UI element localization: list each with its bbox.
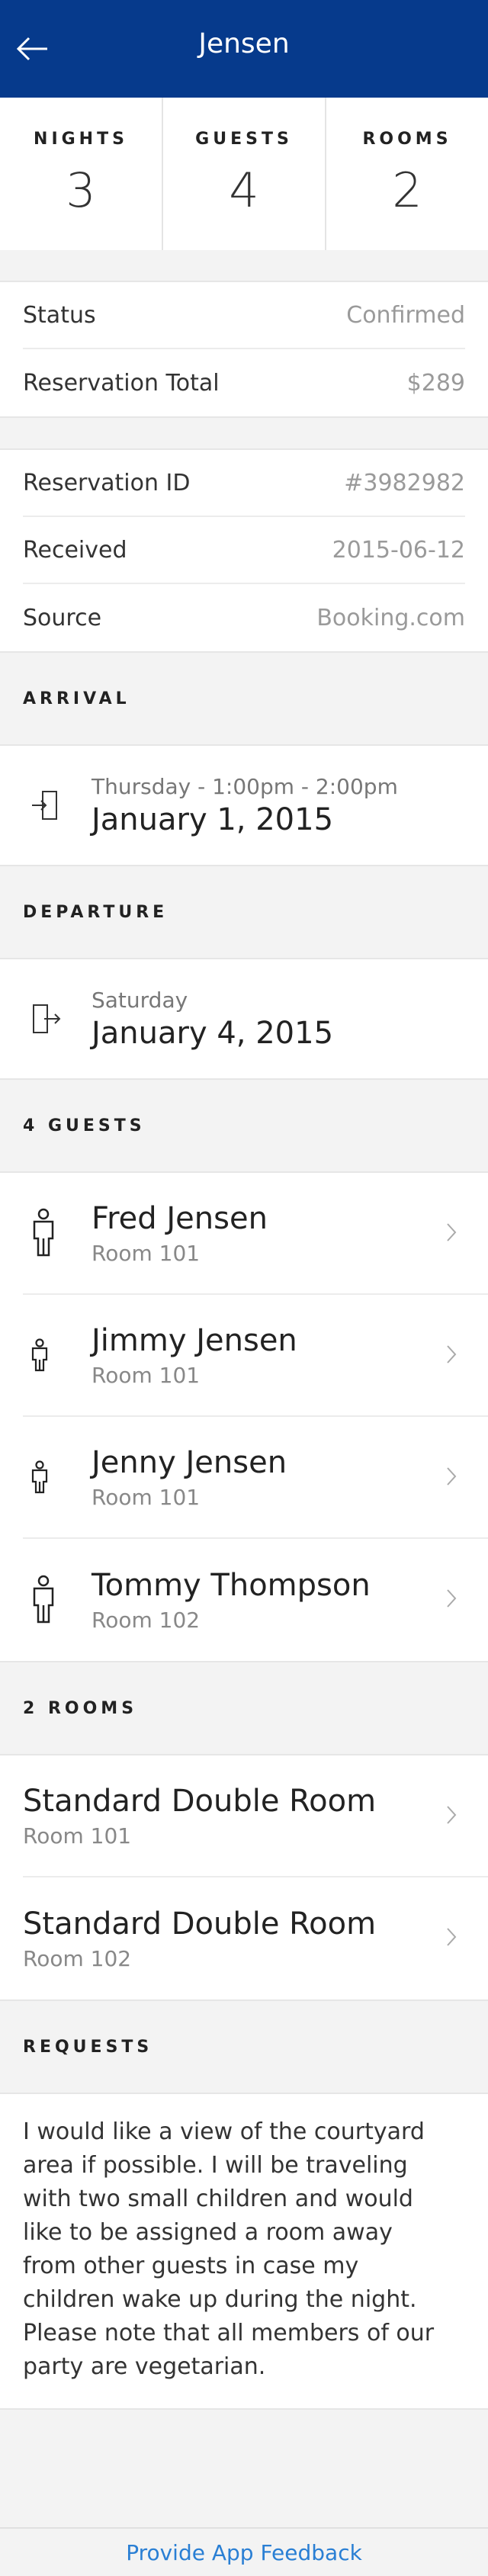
stat-nights: NIGHTS 3 bbox=[0, 98, 163, 250]
chevron-right-icon bbox=[447, 1806, 457, 1824]
guest-row[interactable]: Tommy Thompson Room 102 bbox=[23, 1539, 488, 1661]
guest-name: Fred Jensen bbox=[92, 1200, 268, 1236]
kv-value: 2015-06-12 bbox=[332, 536, 465, 564]
row-icon-wrap bbox=[23, 1575, 92, 1625]
kv-value: Booking.com bbox=[316, 604, 465, 631]
room-type: Standard Double Room bbox=[23, 1906, 377, 1942]
room-info: Standard Double Room Room 101 bbox=[23, 1784, 376, 1848]
arrival-date: January 1, 2015 bbox=[92, 801, 334, 837]
requests-card: I would like a view of the courtyard are… bbox=[0, 2093, 488, 2410]
door-exit-icon bbox=[33, 1004, 61, 1033]
stat-label: NIGHTS bbox=[34, 130, 128, 149]
arrival-time: Thursday - 1:00pm - 2:00pm bbox=[92, 773, 398, 799]
departure-day: Saturday bbox=[92, 987, 188, 1013]
room-number: Room 101 bbox=[23, 1823, 132, 1848]
kv-label: Received bbox=[23, 536, 127, 564]
footer: Provide App Feedback bbox=[0, 2527, 488, 2576]
requests-text: I would like a view of the courtyard are… bbox=[23, 2118, 435, 2380]
child-person-icon bbox=[31, 1460, 48, 1494]
room-row[interactable]: Standard Double Room Room 101 bbox=[23, 1755, 488, 1877]
rooms-list: Standard Double Room Room 101 Standard D… bbox=[0, 1754, 488, 2001]
total-value: $289 bbox=[406, 369, 465, 397]
guest-row[interactable]: Jimmy Jensen Room 101 bbox=[23, 1295, 488, 1417]
guest-info: Jimmy Jensen Room 101 bbox=[92, 1323, 297, 1388]
adult-person-icon bbox=[33, 1575, 54, 1624]
door-enter-icon bbox=[32, 791, 57, 820]
summary-card: Status Confirmed Reservation Total $289 bbox=[0, 281, 488, 418]
chevron-right-icon bbox=[447, 1928, 457, 1946]
guest-room: Room 101 bbox=[92, 1240, 201, 1266]
room-type: Standard Double Room bbox=[23, 1783, 377, 1819]
reservation-id-row: Reservation ID #3982982 bbox=[23, 450, 465, 517]
guests-section-title: 4 GUESTS bbox=[23, 1116, 146, 1135]
guest-info: Tommy Thompson Room 102 bbox=[92, 1568, 371, 1633]
chevron-right-icon bbox=[447, 1589, 457, 1608]
guest-room: Room 101 bbox=[92, 1362, 201, 1388]
received-row: Received 2015-06-12 bbox=[23, 517, 465, 584]
guest-name: Jimmy Jensen bbox=[92, 1322, 297, 1358]
feedback-link[interactable]: Provide App Feedback bbox=[126, 2540, 362, 2565]
stat-value: 3 bbox=[66, 162, 96, 218]
kv-label: Source bbox=[23, 604, 102, 631]
arrival-info: Thursday - 1:00pm - 2:00pm January 1, 20… bbox=[92, 774, 398, 837]
requests-section-title: REQUESTS bbox=[23, 2037, 153, 2057]
stat-value: 2 bbox=[392, 162, 422, 218]
arrival-card: Thursday - 1:00pm - 2:00pm January 1, 20… bbox=[0, 744, 488, 866]
guest-name: Jenny Jensen bbox=[92, 1444, 287, 1480]
chevron-right-icon bbox=[447, 1223, 457, 1241]
arrival-section-title: ARRIVAL bbox=[23, 689, 130, 708]
row-icon-wrap bbox=[23, 1208, 92, 1258]
stat-guests: GUESTS 4 bbox=[163, 98, 326, 250]
rooms-section-title: 2 ROOMS bbox=[23, 1698, 138, 1718]
source-row: Source Booking.com bbox=[23, 584, 465, 651]
row-icon-wrap bbox=[23, 1460, 92, 1494]
adult-person-icon bbox=[33, 1208, 54, 1257]
guest-row[interactable]: Fred Jensen Room 101 bbox=[23, 1173, 488, 1295]
child-person-icon bbox=[31, 1338, 48, 1372]
room-row[interactable]: Standard Double Room Room 102 bbox=[23, 1877, 488, 1999]
kv-label: Reservation Total bbox=[23, 369, 220, 397]
guest-info: Jenny Jensen Room 101 bbox=[92, 1445, 287, 1510]
guests-list: Fred Jensen Room 101 Jimmy Jensen Room 1… bbox=[0, 1171, 488, 1662]
guest-row[interactable]: Jenny Jensen Room 101 bbox=[23, 1417, 488, 1539]
departure-section-title: DEPARTURE bbox=[23, 902, 169, 922]
stats-bar: NIGHTS 3 GUESTS 4 ROOMS 2 bbox=[0, 98, 488, 250]
total-row: Reservation Total $289 bbox=[23, 349, 465, 416]
stat-rooms: ROOMS 2 bbox=[326, 98, 488, 250]
status-value: Confirmed bbox=[346, 301, 465, 329]
room-info: Standard Double Room Room 102 bbox=[23, 1906, 376, 1971]
stat-label: ROOMS bbox=[362, 130, 452, 149]
chevron-right-icon bbox=[447, 1345, 457, 1363]
kv-label: Reservation ID bbox=[23, 469, 191, 496]
app-header: Jensen bbox=[0, 0, 488, 98]
departure-info: Saturday January 4, 2015 bbox=[92, 988, 333, 1051]
guest-name: Tommy Thompson bbox=[92, 1567, 371, 1603]
chevron-right-icon bbox=[447, 1467, 457, 1486]
spacer bbox=[0, 250, 488, 281]
departure-card: Saturday January 4, 2015 bbox=[0, 958, 488, 1080]
guest-room: Room 101 bbox=[92, 1484, 201, 1510]
departure-date: January 4, 2015 bbox=[92, 1015, 334, 1051]
kv-value: #3982982 bbox=[344, 469, 465, 496]
room-number: Room 102 bbox=[23, 1945, 132, 1971]
spacer bbox=[0, 418, 488, 448]
page-title: Jensen bbox=[198, 28, 290, 59]
date-icon-wrap bbox=[0, 1002, 92, 1036]
date-icon-wrap bbox=[0, 789, 92, 822]
details-card: Reservation ID #3982982 Received 2015-06… bbox=[0, 448, 488, 653]
stat-label: GUESTS bbox=[195, 130, 293, 149]
guest-info: Fred Jensen Room 101 bbox=[92, 1201, 268, 1266]
row-icon-wrap bbox=[23, 1338, 92, 1372]
status-row: Status Confirmed bbox=[23, 282, 465, 349]
guest-room: Room 102 bbox=[92, 1607, 201, 1633]
kv-label: Status bbox=[23, 301, 96, 329]
stat-value: 4 bbox=[229, 162, 259, 218]
